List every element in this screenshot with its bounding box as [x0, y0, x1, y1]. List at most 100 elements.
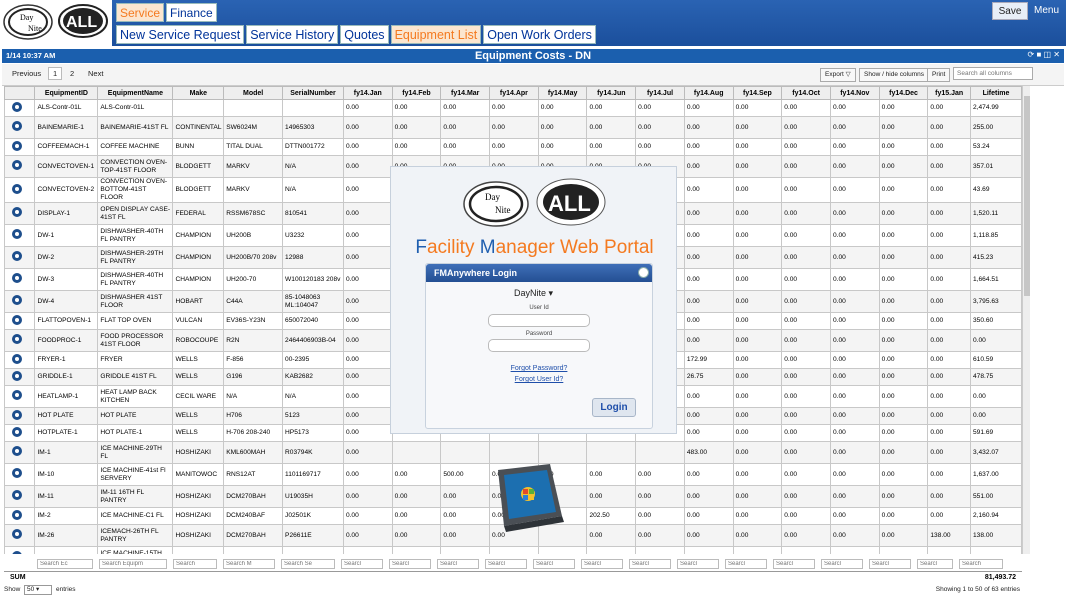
column-filter-input[interactable]: [629, 559, 671, 569]
column-filter-input[interactable]: [223, 559, 275, 569]
expand-cell[interactable]: [4, 116, 36, 139]
expand-cell[interactable]: [4, 99, 36, 117]
column-filter-input[interactable]: [533, 559, 575, 569]
expand-row-icon[interactable]: [12, 314, 22, 325]
login-toggle-icon[interactable]: [638, 267, 649, 278]
table-row[interactable]: IM-3ICE MACHINE-15TH FLOORHOSHIZAKIDCM27…: [4, 546, 1022, 554]
window-controls-icon[interactable]: ⟳ ■ ◫ ✕: [1028, 50, 1060, 59]
expand-row-icon[interactable]: [12, 101, 22, 112]
expand-row-icon[interactable]: [12, 140, 22, 151]
column-header-fy14-feb[interactable]: fy14.Feb: [391, 86, 442, 100]
forgot-password-link[interactable]: Forgot Password?: [426, 365, 652, 372]
column-header-equipmentname[interactable]: EquipmentName: [97, 86, 174, 100]
menu-tab-open-work-orders[interactable]: Open Work Orders: [483, 25, 596, 44]
user-id-input[interactable]: [488, 314, 590, 327]
expand-cell[interactable]: [4, 507, 36, 525]
expand-row-icon[interactable]: [12, 390, 22, 400]
vertical-scrollbar[interactable]: [1022, 86, 1030, 554]
expand-cell[interactable]: [4, 407, 36, 425]
menu-tab-equipment-list[interactable]: Equipment List: [390, 25, 482, 44]
column-filter-input[interactable]: [389, 559, 431, 569]
company-select[interactable]: DayNite ▾: [514, 288, 564, 302]
column-filter-input[interactable]: [821, 559, 863, 569]
column-filter-input[interactable]: [485, 559, 527, 569]
column-filter-input[interactable]: [725, 559, 767, 569]
column-header-fy14-apr[interactable]: fy14.Apr: [489, 86, 539, 100]
expand-row-icon[interactable]: [12, 529, 22, 539]
column-header-serialnumber[interactable]: SerialNumber: [282, 86, 344, 100]
column-filter-input[interactable]: [869, 559, 911, 569]
expand-row-icon[interactable]: [12, 370, 22, 381]
page-2-link[interactable]: 2: [70, 69, 74, 78]
column-header-fy14-aug[interactable]: fy14.Aug: [683, 86, 734, 100]
expand-row-icon[interactable]: [12, 509, 22, 520]
expand-row-icon[interactable]: [12, 409, 22, 420]
expand-row-icon[interactable]: [12, 207, 22, 217]
expand-row-icon[interactable]: [12, 551, 22, 554]
column-header-fy14-oct[interactable]: fy14.Oct: [781, 86, 831, 100]
column-header-lifetime[interactable]: Lifetime: [970, 86, 1022, 100]
expand-cell[interactable]: [4, 424, 36, 442]
menu-tab-quotes[interactable]: Quotes: [340, 25, 389, 44]
column-header-fy14-dec[interactable]: fy14.Dec: [878, 86, 929, 100]
column-filter-input[interactable]: [677, 559, 719, 569]
menu-tab-finance[interactable]: Finance: [166, 3, 217, 22]
expand-cell[interactable]: [4, 268, 36, 291]
expand-cell[interactable]: [4, 385, 36, 408]
expand-row-icon[interactable]: [12, 490, 22, 500]
column-filter-input[interactable]: [959, 559, 1003, 569]
expand-cell[interactable]: [4, 290, 36, 313]
expand-cell[interactable]: [4, 312, 36, 330]
expand-row-icon[interactable]: [12, 295, 22, 305]
expand-cell[interactable]: [4, 329, 36, 352]
expand-row-icon[interactable]: [12, 353, 22, 364]
entries-select[interactable]: 50 ▾: [24, 585, 52, 595]
table-row[interactable]: COFFEEMACH-1 COFFEE MACHINE BUNN TITAL DUAL…: [4, 138, 1022, 156]
column-header-equipmentid[interactable]: EquipmentID: [34, 86, 99, 100]
expand-row-icon[interactable]: [12, 426, 22, 437]
expand-cell[interactable]: [4, 485, 36, 508]
export-button[interactable]: Export ▽: [820, 68, 856, 82]
column-header-fy14-nov[interactable]: fy14.Nov: [829, 86, 880, 100]
page-1-link[interactable]: 1: [48, 67, 63, 80]
column-header-fy14-jan[interactable]: fy14.Jan: [342, 86, 393, 100]
column-header-model[interactable]: Model: [223, 86, 284, 100]
column-filter-input[interactable]: [173, 559, 217, 569]
expand-row-icon[interactable]: [12, 183, 22, 194]
expand-cell[interactable]: [4, 138, 36, 156]
column-filter-input[interactable]: [773, 559, 815, 569]
expand-row-icon[interactable]: [12, 334, 22, 344]
menu-button[interactable]: Menu: [1030, 2, 1063, 20]
expand-cell[interactable]: [4, 351, 36, 369]
column-filter-input[interactable]: [917, 559, 953, 569]
print-button[interactable]: Print: [927, 68, 951, 82]
menu-tab-new-service-request[interactable]: New Service Request: [116, 25, 245, 44]
column-header-fy14-jul[interactable]: fy14.Jul: [635, 86, 685, 100]
menu-tab-service[interactable]: Service: [116, 3, 165, 22]
table-row[interactable]: BAINEMARIE-1 BAINEMARIE-41ST FL CONTINENTA…: [4, 116, 1022, 139]
column-filter-input[interactable]: [37, 559, 93, 569]
expand-cell[interactable]: [4, 463, 36, 486]
show-hide-columns-button[interactable]: Show / hide columns: [859, 68, 929, 82]
expand-cell[interactable]: [4, 202, 36, 225]
login-button[interactable]: Login: [592, 398, 636, 417]
expand-cell[interactable]: [4, 155, 36, 178]
next-page-link[interactable]: Next: [88, 69, 103, 78]
expand-row-icon[interactable]: [12, 160, 22, 170]
expand-cell[interactable]: [4, 546, 36, 554]
expand-row-icon[interactable]: [12, 273, 22, 283]
expand-row-icon[interactable]: [12, 121, 22, 131]
column-header-fy15-jan[interactable]: fy15.Jan: [927, 86, 971, 100]
column-header-fy14-may[interactable]: fy14.May: [537, 86, 588, 100]
expand-cell[interactable]: [4, 246, 36, 269]
password-input[interactable]: [488, 339, 590, 352]
expand-row-icon[interactable]: [12, 251, 22, 261]
expand-row-icon[interactable]: [12, 446, 22, 456]
column-header-make[interactable]: Make: [172, 86, 225, 100]
column-filter-input[interactable]: [281, 559, 335, 569]
column-filter-input[interactable]: [99, 559, 167, 569]
table-row[interactable]: ALS-Contr-01L ALS-Contr-01L 0.00 0.00 0.00 0.…: [4, 99, 1022, 117]
previous-page-link[interactable]: Previous: [12, 69, 41, 78]
save-button[interactable]: Save: [992, 2, 1028, 20]
column-header-fy14-mar[interactable]: fy14.Mar: [440, 86, 491, 100]
